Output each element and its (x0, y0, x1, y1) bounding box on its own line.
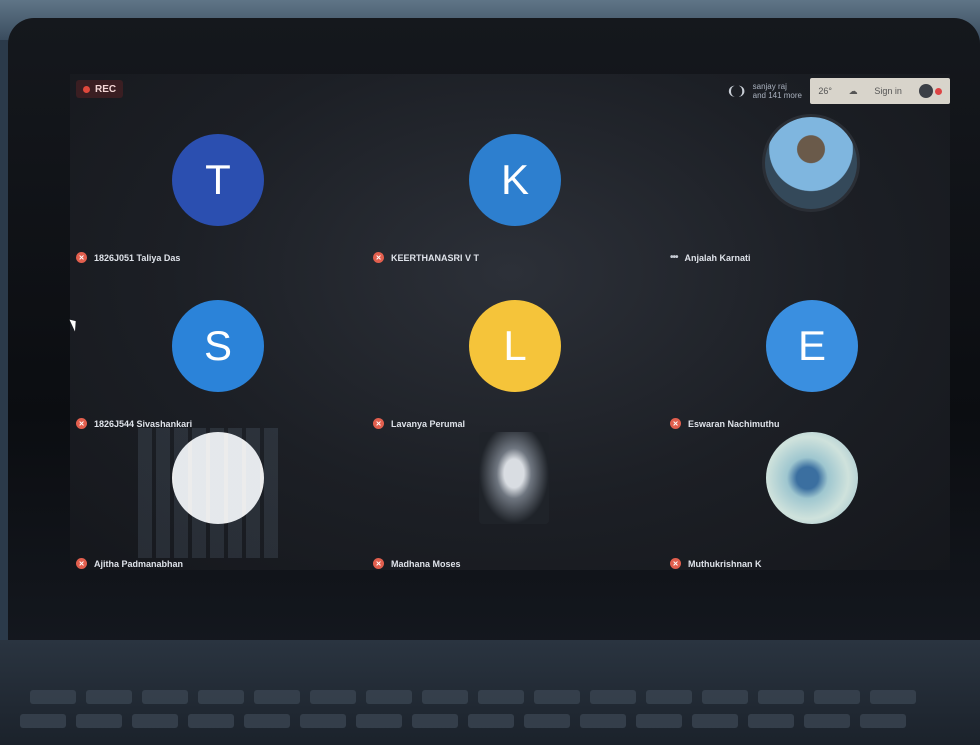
participant-name: 1826J051 Taliya Das (94, 252, 181, 263)
participant-avatar: L (469, 300, 561, 392)
participant-name-row: ✕ Madhana Moses (373, 558, 461, 569)
participant-tile[interactable]: T ✕ 1826J051 Taliya Das (70, 106, 363, 271)
laptop-keyboard (0, 640, 980, 745)
mic-muted-icon: ✕ (373, 252, 384, 263)
keyboard-row (30, 690, 916, 704)
keyboard-row (20, 714, 906, 728)
mic-muted-icon: ✕ (670, 558, 681, 569)
mic-muted-icon: ✕ (76, 558, 87, 569)
participant-name-row: ✕ 1826J051 Taliya Das (76, 252, 180, 263)
participant-name-row: ✕ KEERTHANASRI V T (373, 252, 479, 263)
participant-avatar: E (766, 300, 858, 392)
window-reflection (138, 428, 278, 558)
participant-name: Anjalah Karnati (684, 252, 751, 263)
participant-avatar: S (172, 300, 264, 392)
participant-photo-avatar (766, 432, 858, 524)
participant-name: Madhana Moses (391, 558, 461, 569)
participant-name: KEERTHANASRI V T (391, 252, 480, 263)
participant-name: Muthukrishnan K (688, 558, 762, 569)
participant-photo-avatar (762, 114, 860, 212)
mic-muted-icon: ✕ (76, 252, 87, 263)
participant-tile[interactable]: ✕ Muthukrishnan K (664, 404, 950, 569)
speaking-indicator-icon: ••• (670, 252, 678, 263)
participant-photo-avatar (479, 432, 549, 524)
participant-name: Ajitha Padmanabhan (94, 558, 184, 569)
participant-avatar: K (469, 134, 561, 226)
participant-tile[interactable]: ✕ Madhana Moses (367, 404, 660, 569)
participant-name-row: ✕ Ajitha Padmanabhan (76, 558, 183, 569)
participant-tile[interactable]: ••• Anjalah Karnati (664, 106, 950, 271)
participant-avatar: T (172, 134, 264, 226)
participant-name-row: ✕ Muthukrishnan K (670, 558, 762, 569)
mic-muted-icon: ✕ (373, 558, 384, 569)
video-call-screen: REC ❨❩ sanjay raj and 141 more 26° ☁ Sig… (70, 74, 950, 570)
participant-tile[interactable]: K ✕ KEERTHANASRI V T (367, 106, 660, 271)
participant-name-row: ••• Anjalah Karnati (670, 252, 751, 263)
